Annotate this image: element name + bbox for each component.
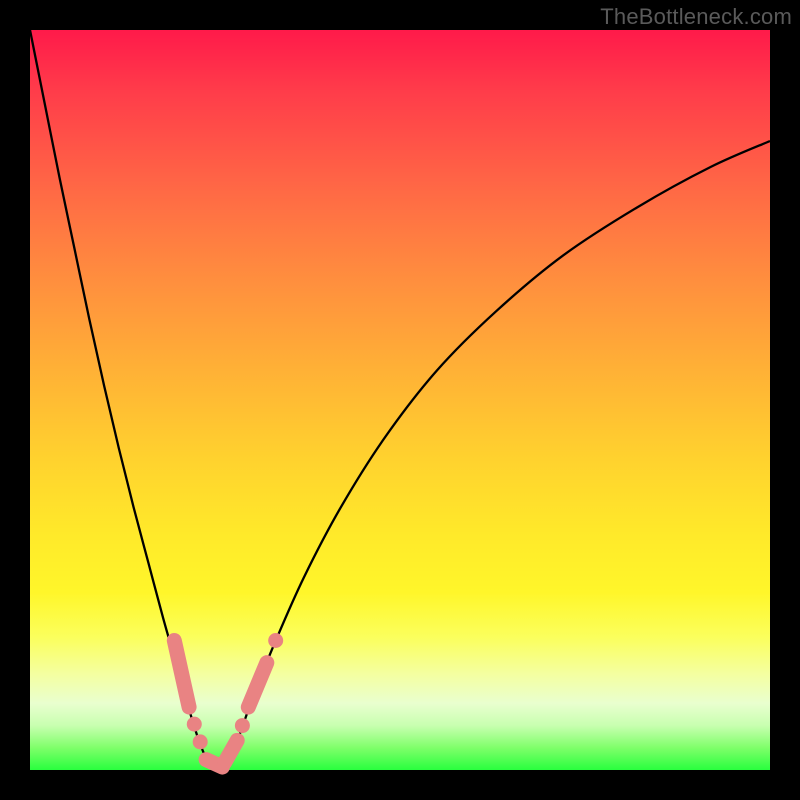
left_dot_1 — [187, 717, 202, 732]
right_dot_top — [268, 633, 283, 648]
chart-frame: TheBottleneck.com — [0, 0, 800, 800]
bottleneck-curve — [30, 30, 770, 771]
left_cluster_segment_upper — [174, 641, 189, 708]
watermark-text: TheBottleneck.com — [600, 4, 792, 30]
curve-svg — [30, 30, 770, 770]
plot-area — [30, 30, 770, 770]
left_dot_2 — [193, 734, 208, 749]
right_cluster_bottom — [225, 740, 238, 762]
right_dot_1 — [235, 718, 250, 733]
right_cluster_upper — [248, 663, 266, 707]
